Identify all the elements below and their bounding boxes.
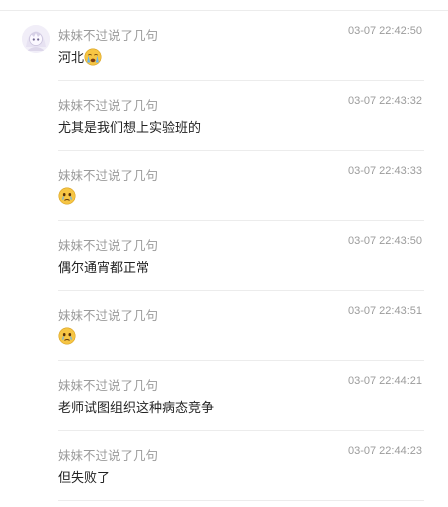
teary-face-emoji (58, 327, 76, 345)
crying-face-emoji (84, 48, 102, 66)
username[interactable]: 妹妹不过说了几句 (58, 445, 158, 464)
message-item: 妹妹不过说了几句 03-07 22:43:32 尤其是我们想上实验班的 (0, 81, 448, 151)
username[interactable]: 妹妹不过说了几句 (58, 95, 158, 114)
username[interactable]: 妹妹不过说了几句 (58, 305, 158, 324)
message-feed: 妹妹不过说了几句 03-07 22:42:50 河北 妹妹不过说了几句 03-0… (0, 11, 448, 501)
teary-face-emoji (58, 187, 76, 205)
timestamp: 03-07 22:43:50 (347, 235, 422, 247)
message-text-content: 偶尔通宵都正常 (58, 261, 150, 276)
message-text: 尤其是我们想上实验班的 (58, 117, 201, 136)
message-item: 妹妹不过说了几句 03-07 22:44:21 老师试图组织这种病态竞争 (0, 361, 448, 431)
timestamp: 03-07 22:43:33 (347, 165, 422, 177)
avatar-image (22, 25, 50, 53)
username[interactable]: 妹妹不过说了几句 (58, 25, 158, 44)
message-item: 妹妹不过说了几句 03-07 22:43:51 (0, 291, 448, 361)
message-item: 妹妹不过说了几句 03-07 22:43:33 (0, 151, 448, 221)
message-text-content: 河北 (58, 51, 85, 66)
message-item: 妹妹不过说了几句 03-07 22:44:23 但失败了 (0, 431, 448, 501)
message-text-content: 但失败了 (58, 471, 111, 486)
timestamp: 03-07 22:42:50 (347, 25, 422, 37)
message-text: 但失败了 (58, 467, 110, 486)
message-text-content: 老师试图组织这种病态竞争 (58, 401, 215, 416)
avatar[interactable] (22, 25, 50, 53)
timestamp: 03-07 22:43:51 (347, 305, 422, 317)
timestamp: 03-07 22:44:21 (347, 375, 422, 387)
message-item: 妹妹不过说了几句 03-07 22:43:50 偶尔通宵都正常 (0, 221, 448, 291)
message-text (58, 327, 76, 345)
message-text-content: 尤其是我们想上实验班的 (58, 121, 202, 136)
message-text: 老师试图组织这种病态竞争 (58, 397, 214, 416)
timestamp: 03-07 22:43:32 (347, 95, 422, 107)
message-item: 妹妹不过说了几句 03-07 22:42:50 河北 (0, 11, 448, 81)
username[interactable]: 妹妹不过说了几句 (58, 165, 158, 184)
timestamp: 03-07 22:44:23 (347, 445, 422, 457)
username[interactable]: 妹妹不过说了几句 (58, 235, 158, 254)
message-text (58, 187, 76, 205)
message-text: 河北 (58, 47, 102, 66)
message-text: 偶尔通宵都正常 (58, 257, 149, 276)
username[interactable]: 妹妹不过说了几句 (58, 375, 158, 394)
